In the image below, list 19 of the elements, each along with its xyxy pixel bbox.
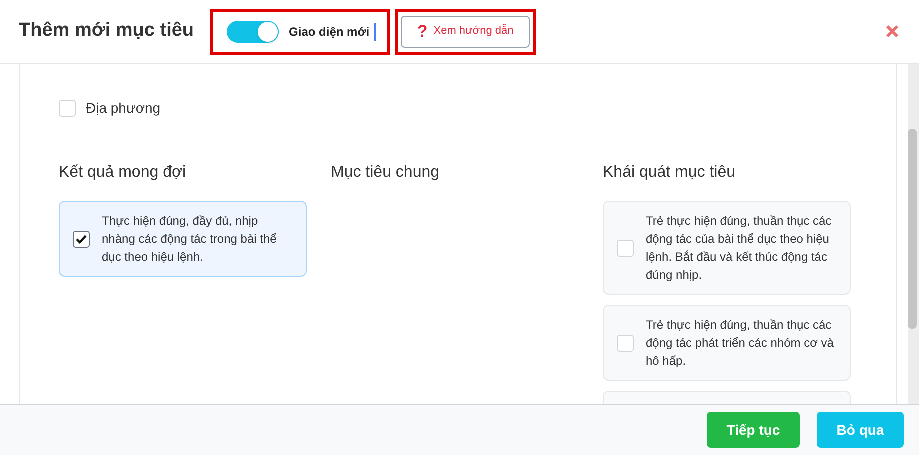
help-button[interactable]: ? Xem hướng dẫn [401,16,530,48]
column-heading: Mục tiêu chung [331,163,441,183]
checkmark-icon [76,234,87,244]
goal-card[interactable]: Trẻ thực hiện đúng, thuần thục các động tác của bài thể dục theo hiệu lệnh. Bắt đầu và kết thúc động tác đúng nhịp. [603,201,851,295]
goal-text: Trẻ thực hiện đúng, thuần thục các động tác của bài thể dục theo hiệu lệnh. Bắt đầu và kết thúc động tác đúng nhịp. [646,213,833,284]
checkbox-label: Địa phương [86,99,161,118]
dialog-title: Thêm mới mục tiêu [19,19,194,44]
goal-text: Thực hiện đúng, đầy đủ, nhịp nhàng các động tác trong bài thể dục theo hiệu lệnh. [102,213,278,266]
question-icon: ? [417,18,428,44]
goal-card[interactable]: Trẻ thực hiện đúng, thuần thục các động tác phát triển các nhóm cơ và hô hấp. [603,305,851,381]
column-heading: Kết quả mong đợi [59,163,188,183]
toggle-label: Giao diện mới [289,22,376,40]
scrollbar[interactable] [908,64,919,404]
goal-card[interactable]: Thực hiện đúng, đầy đủ, nhịp nhàng các động tác trong bài thể dục theo hiệu lệnh. [59,201,307,277]
column-heading: Khái quát mục tiêu [603,163,737,183]
close-icon[interactable] [886,25,899,38]
goal-text: Trẻ thực hiện đúng, thuần thục các động tác phát triển các nhóm cơ và hô hấp. [646,317,835,370]
checkbox[interactable] [73,230,90,248]
toggle-switch[interactable] [227,20,280,42]
